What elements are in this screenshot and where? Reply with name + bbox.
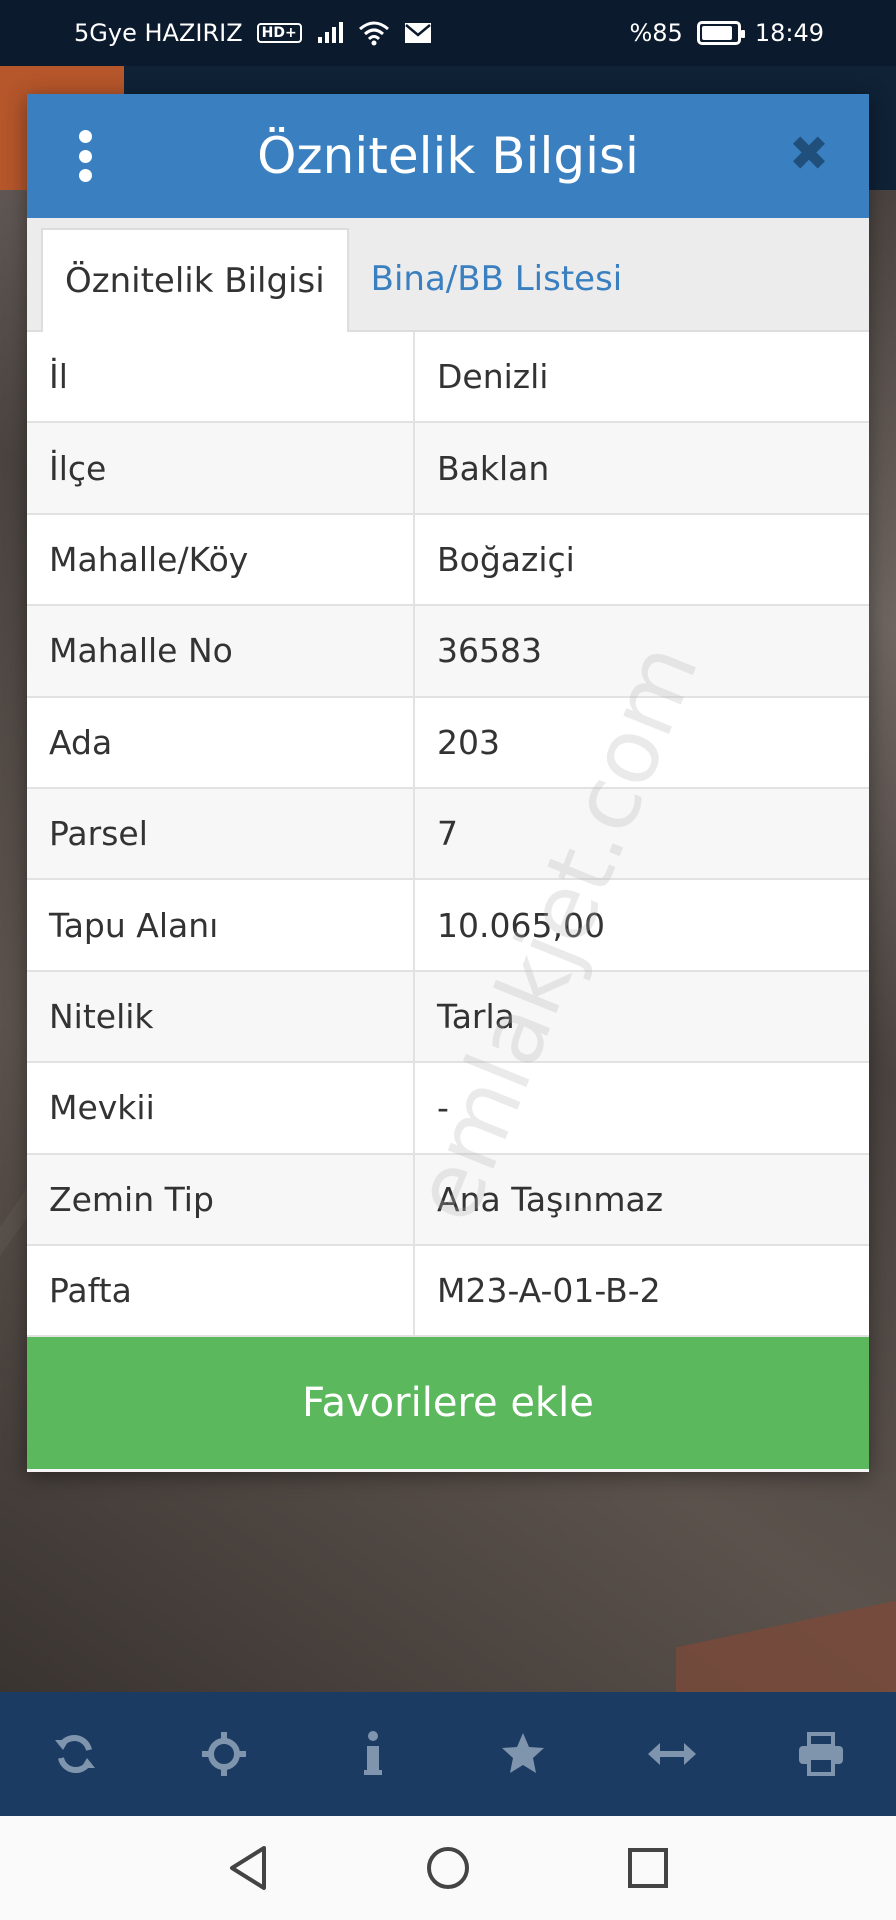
table-row: Tapu Alanı 10.065,00 [27,880,869,972]
add-favorite-button[interactable]: Favorilere ekle [27,1337,869,1470]
table-row: Pafta M23-A-01-B-2 [27,1245,869,1338]
status-left: 5Gye HAZIRIZ HD+ [74,19,432,47]
dialog-header: Öznitelik Bilgisi ✖ [27,94,869,218]
recents-icon[interactable] [618,1838,678,1898]
status-bar: 5Gye HAZIRIZ HD+ %85 18:49 [0,0,896,66]
back-icon[interactable] [218,1838,278,1898]
row-value: 7 [437,814,458,854]
row-value: Denizli [437,357,549,397]
print-icon[interactable] [781,1714,861,1794]
row-value: 36583 [437,631,542,671]
row-value: Tarla [437,996,515,1036]
table-row: Parsel 7 [27,788,869,881]
screen: 5Gye HAZIRIZ HD+ %85 18:49 Öznitelik Bil… [0,0,896,1920]
row-label: İl [27,332,415,422]
row-label: Mahalle No [27,606,415,696]
kebab-menu-icon[interactable] [67,130,103,182]
row-value: Ana Taşınmaz [437,1179,664,1219]
home-icon[interactable] [418,1838,478,1898]
table-row: Ada 203 [27,697,869,789]
mail-icon [404,23,431,43]
table-row: Mahalle No 36583 [27,606,869,698]
dialog-title: Öznitelik Bilgisi [257,127,639,185]
row-label: Mevkii [27,1063,415,1153]
battery-icon [696,21,745,45]
row-value: M23-A-01-B-2 [437,1271,661,1311]
table-row: İlçe Baklan [27,423,869,515]
tab-attribute-info[interactable]: Öznitelik Bilgisi [41,228,349,332]
hd-badge: HD+ [256,23,302,43]
locate-icon[interactable] [184,1714,264,1794]
system-nav-bar [0,1816,896,1920]
status-right: %85 18:49 [629,19,824,47]
table-row: İl Denizli [27,332,869,424]
row-label: Ada [27,697,415,787]
tab-bar: Öznitelik Bilgisi Bina/BB Listesi [27,218,869,332]
table-row: Zemin Tip Ana Taşınmaz [27,1154,869,1246]
row-value: 10.065,00 [437,905,605,945]
info-icon[interactable] [333,1714,413,1794]
measure-icon[interactable] [632,1714,712,1794]
row-value: 203 [437,722,500,762]
clock: 18:49 [754,19,824,47]
row-label: İlçe [27,423,415,513]
refresh-icon[interactable] [35,1714,115,1794]
row-value: Boğaziçi [437,539,575,579]
carrier-label: 5Gye HAZIRIZ [74,19,243,47]
map-toolbar [0,1692,896,1816]
star-icon[interactable] [483,1714,563,1794]
close-icon[interactable]: ✖ [779,124,839,184]
table-row: Mevkii - [27,1063,869,1155]
row-label: Pafta [27,1245,415,1336]
table-row: Nitelik Tarla [27,971,869,1064]
row-label: Tapu Alanı [27,880,415,970]
row-value: Baklan [437,448,550,488]
attribute-table: İl Denizli İlçe Baklan Mahalle/Köy Boğaz… [27,332,869,1338]
table-row: Mahalle/Köy Boğaziçi [27,514,869,607]
row-label: Nitelik [27,971,415,1062]
row-label: Zemin Tip [27,1154,415,1244]
tab-building-list[interactable]: Bina/BB Listesi [349,228,645,330]
row-label: Mahalle/Köy [27,514,415,605]
attribute-dialog: Öznitelik Bilgisi ✖ Öznitelik Bilgisi Bi… [27,94,869,1472]
row-label: Parsel [27,788,415,879]
wifi-icon [358,21,389,46]
row-value: - [437,1088,449,1128]
signal-icon [317,22,343,43]
battery-percent: %85 [629,19,683,47]
